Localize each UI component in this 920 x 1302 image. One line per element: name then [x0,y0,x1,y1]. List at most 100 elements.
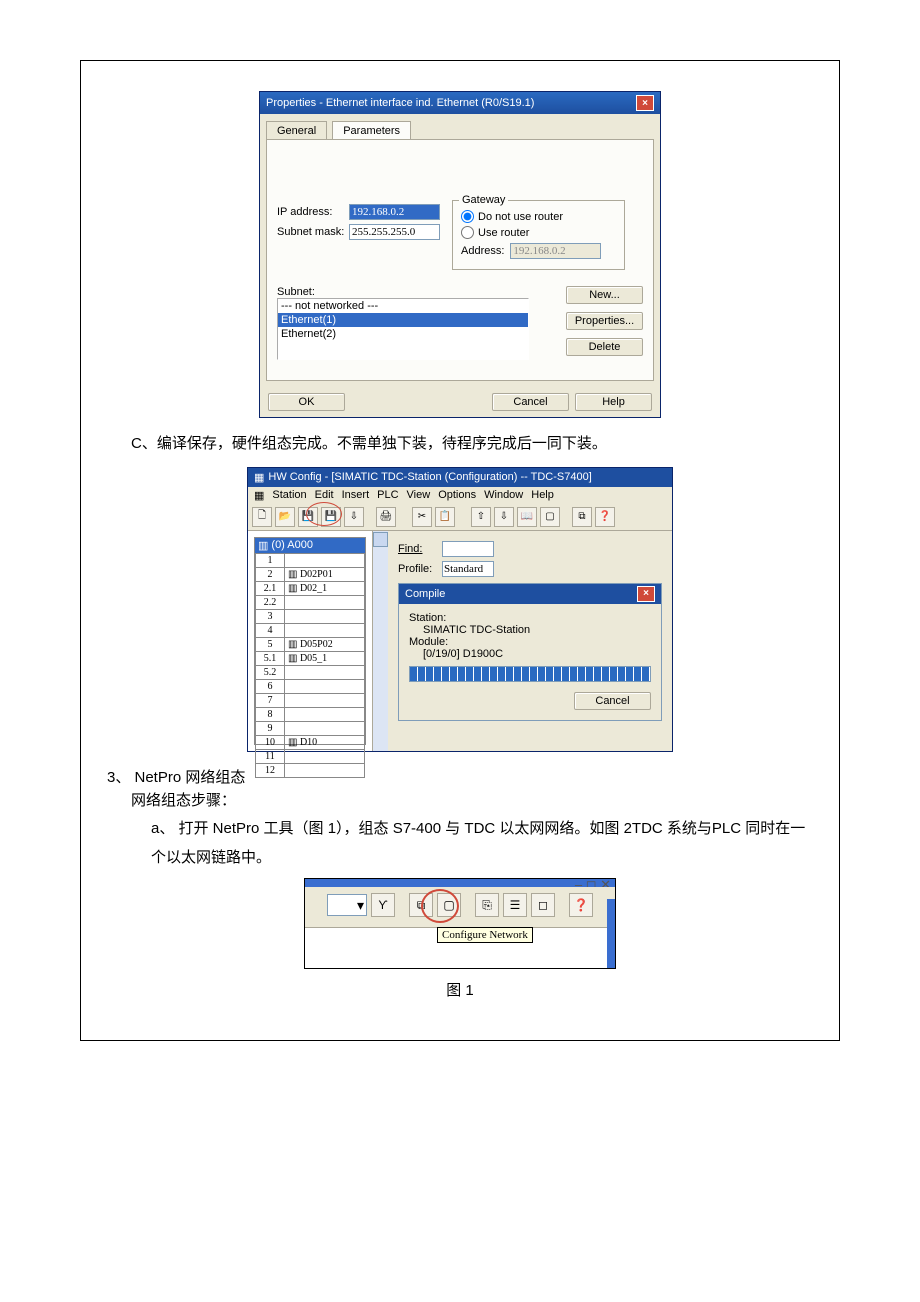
table-row[interactable]: 5.1▥ D05_1 [256,651,365,665]
menu-window[interactable]: Window [484,489,523,502]
table-row[interactable]: 4 [256,623,365,637]
help-button[interactable]: Help [575,393,652,411]
tab-parameters[interactable]: Parameters [332,121,411,140]
table-row[interactable]: 3 [256,609,365,623]
app-icon: ▦ [254,471,264,484]
menu-station[interactable]: Station [272,489,306,502]
view-icon[interactable]: ▢ [540,507,560,527]
cut-icon[interactable]: ✂ [412,507,432,527]
dialog-titlebar: Properties - Ethernet interface ind. Eth… [260,92,660,114]
hw-title: HW Config - [SIMATIC TDC-Station (Config… [268,471,591,483]
hw-titlebar: ▦ HW Config - [SIMATIC TDC-Station (Conf… [248,468,672,487]
download2-icon[interactable]: ⇩ [494,507,514,527]
table-row[interactable]: 6 [256,679,365,693]
tab-general[interactable]: General [266,121,327,140]
radio-use-router[interactable]: Use router [461,226,616,239]
hw-right-pane: Find: Profile: Compile× Station: SIMATIC… [388,531,672,751]
new-icon[interactable]: 🗋 [252,507,272,527]
properties-dialog: Properties - Ethernet interface ind. Eth… [259,91,661,418]
subnet-list[interactable]: --- not networked --- Ethernet(1) Ethern… [277,298,529,360]
hw-menubar: ▦ Station Edit Insert PLC View Options W… [248,487,672,504]
ip-label: IP address: [277,206,349,218]
download-icon[interactable]: ⇩ [344,507,364,527]
paste-icon[interactable]: 📋 [435,507,455,527]
table-row[interactable]: 5▥ D05P02 [256,637,365,651]
station-value: SIMATIC TDC-Station [409,624,651,636]
compile-title: Compile [405,588,445,600]
compile-cancel-button[interactable]: Cancel [574,692,651,710]
print-icon[interactable]: 🖨 [376,507,396,527]
gateway-address-input[interactable] [510,243,601,259]
configure-network-icon[interactable]: ⧉ [409,893,433,917]
progress-bar [409,666,651,682]
new-button[interactable]: New... [566,286,643,304]
table-row[interactable]: 12 [256,763,365,777]
rack-table: ▥(0) A000 12▥ D02P012.1▥ D02_12.2345▥ D0… [254,537,366,745]
ok-button[interactable]: OK [268,393,345,411]
station-label: Station: [409,612,651,624]
upload-icon[interactable]: ⇧ [471,507,491,527]
context-help-icon[interactable]: ❓ [569,893,593,917]
save-icon[interactable]: 💾 [298,507,318,527]
menu-plc[interactable]: PLC [377,489,398,502]
list-item[interactable]: Ethernet(2) [278,327,528,341]
table-row[interactable]: 5.2 [256,665,365,679]
scrollbar[interactable] [372,531,388,751]
copy-icon[interactable]: ⎘ [475,893,499,917]
subnet-mask-input[interactable]: 255.255.255.0 [349,224,440,240]
close-icon[interactable]: × [636,95,654,111]
window-icon[interactable]: ◻ [531,893,555,917]
gateway-group: Gateway Do not use router Use router Add… [452,200,625,270]
list-item[interactable]: Ethernet(1) [278,313,528,327]
profile-select[interactable] [442,561,494,577]
network-icon[interactable]: ⧉ [572,507,592,527]
dropdown[interactable]: ▾ [327,894,367,916]
menu-options[interactable]: Options [438,489,476,502]
table-row[interactable]: 8 [256,707,365,721]
catalog-icon[interactable]: 📖 [517,507,537,527]
hw-toolbar: 🗋 📂 💾 💾 ⇩ 🖨 ✂ 📋 ⇧ ⇩ 📖 ▢ ⧉ ❓ [248,504,672,531]
dialog-title: Properties - Ethernet interface ind. Eth… [266,97,534,109]
open-icon[interactable]: 📂 [275,507,295,527]
cancel-button[interactable]: Cancel [492,393,569,411]
table-row[interactable]: 11 [256,749,365,763]
properties-button[interactable]: Properties... [566,312,643,330]
close-icon[interactable]: × [637,586,655,602]
filter-icon[interactable]: ϒ [371,893,395,917]
table-row[interactable]: 7 [256,693,365,707]
menu-help[interactable]: Help [531,489,554,502]
table-row[interactable]: 10▥ D10 [256,735,365,749]
delete-button[interactable]: Delete [566,338,643,356]
table-row[interactable]: 1 [256,553,365,567]
gateway-legend: Gateway [459,194,508,206]
tab-strip: General Parameters [260,114,660,139]
context-help-icon[interactable]: ❓ [595,507,615,527]
radio-no-router[interactable]: Do not use router [461,210,616,223]
scroll-up-icon[interactable] [373,532,388,547]
gateway-address-label: Address: [461,245,504,257]
subnet-mask-label: Subnet mask: [277,226,349,238]
menu-edit[interactable]: Edit [315,489,334,502]
parameters-panel: IP address: 192.168.0.2 Subnet mask: 255… [266,139,654,381]
find-input[interactable] [442,541,494,557]
table-row[interactable]: 2.1▥ D02_1 [256,581,365,595]
table-row[interactable]: 2▥ D02P01 [256,567,365,581]
module-label: Module: [409,636,651,648]
list-icon[interactable]: ☰ [503,893,527,917]
tooltip: Configure Network [437,927,533,943]
list-item[interactable]: --- not networked --- [278,299,528,313]
paragraph-c: C、编译保存，硬件组态完成。不需单独下装，待程序完成后一同下装。 [131,430,819,459]
module-value: [0/19/0] D1900C [409,648,651,660]
menu-insert[interactable]: Insert [342,489,370,502]
netpro-snippet: – ◻ ✕ ▾ ϒ ⧉ ▢ ⎘ ☰ ◻ ❓ Configure Network [304,878,616,969]
ip-address-input[interactable]: 192.168.0.2 [349,204,440,220]
menu-view[interactable]: View [407,489,431,502]
table-row[interactable]: 9 [256,721,365,735]
table-row[interactable]: 2.2 [256,595,365,609]
profile-label: Profile: [398,563,436,575]
hwconfig-window: ▦ HW Config - [SIMATIC TDC-Station (Conf… [247,467,673,752]
figure-caption: 图 1 [101,979,819,1000]
save-compile-icon[interactable]: 💾 [321,507,341,527]
doc-icon: ▦ [254,489,264,502]
view-icon[interactable]: ▢ [437,893,461,917]
